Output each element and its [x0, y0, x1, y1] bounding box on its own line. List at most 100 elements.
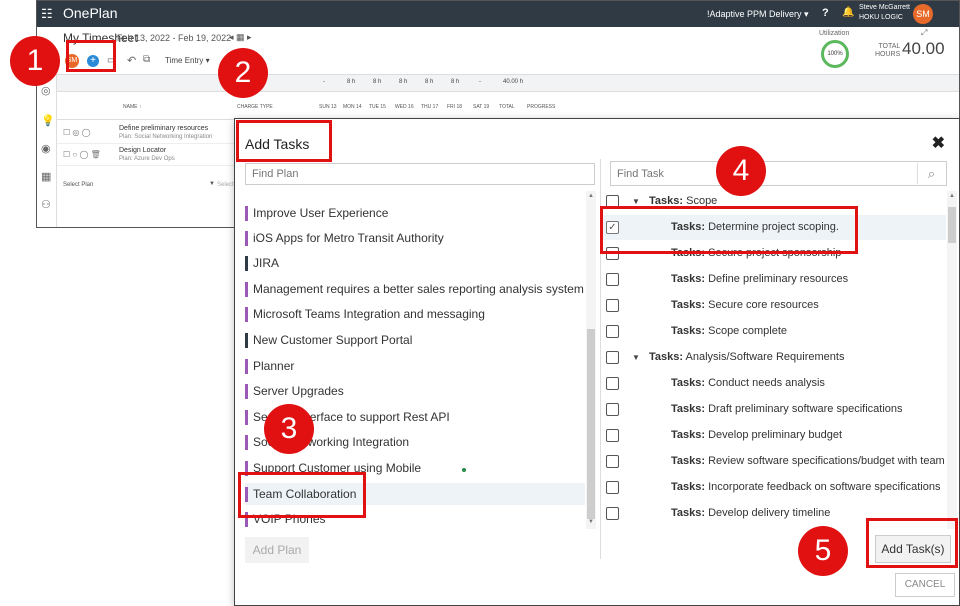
scroll-down-icon[interactable]: ▼	[588, 519, 594, 525]
app-launcher-icon[interactable]: ☷	[41, 7, 57, 21]
hours-sun: -	[323, 79, 325, 85]
plan-item[interactable]: Management requires a better sales repor…	[245, 278, 585, 300]
task-checkbox[interactable]	[606, 403, 619, 416]
task-checkbox[interactable]	[606, 299, 619, 312]
row-task-title: Design Locator	[119, 147, 167, 154]
task-name: Develop preliminary budget	[708, 429, 843, 441]
col-total[interactable]: TOTAL	[499, 104, 515, 110]
plan-item[interactable]: Improve User Experience	[245, 202, 585, 224]
task-item[interactable]: Tasks: Scope complete	[601, 319, 946, 344]
col-wed[interactable]: WED 16	[395, 104, 414, 110]
user-avatar[interactable]: SM	[913, 4, 933, 24]
plan-color-bar	[245, 435, 248, 450]
task-label: Tasks: Develop preliminary budget	[671, 423, 842, 448]
task-checkbox[interactable]	[606, 325, 619, 338]
task-checkbox[interactable]	[606, 273, 619, 286]
task-item[interactable]: Tasks: Define preliminary resources	[601, 267, 946, 292]
people-icon[interactable]: ⚇	[41, 198, 51, 211]
search-icon[interactable]: ⌕	[917, 163, 945, 184]
hours-sat: -	[479, 79, 481, 85]
task-name: Develop delivery timeline	[708, 507, 831, 519]
col-name[interactable]: NAME ↑	[123, 104, 141, 110]
total-label-2: HOURS	[875, 51, 901, 58]
caret-down-icon[interactable]: ▼	[632, 345, 640, 370]
task-prefix: Tasks:	[671, 273, 706, 285]
left-rail: ◎ 💡 ◉ ▦ ⚇	[37, 74, 57, 227]
task-checkbox[interactable]	[606, 455, 619, 468]
plan-item[interactable]: iOS Apps for Metro Transit Authority	[245, 227, 585, 249]
task-item[interactable]: Tasks: Secure core resources	[601, 293, 946, 318]
col-mon[interactable]: MON 14	[343, 104, 362, 110]
col-sat[interactable]: SAT 19	[473, 104, 489, 110]
plan-label: Improve User Experience	[253, 206, 389, 220]
task-list-scroll-thumb[interactable]	[948, 207, 956, 243]
task-checkbox[interactable]	[606, 429, 619, 442]
plan-item[interactable]: New Customer Support Portal	[245, 329, 585, 351]
plan-label: Microsoft Teams Integration and messagin…	[253, 307, 485, 321]
plan-color-bar	[245, 410, 248, 425]
find-task-input[interactable]	[610, 161, 947, 186]
lightbulb-icon[interactable]: 💡	[41, 114, 55, 127]
task-item[interactable]: Tasks: Review software specifications/bu…	[601, 449, 946, 474]
user-org: HOKU LOGIC	[859, 14, 903, 21]
expand-icon[interactable]: ⤢	[921, 28, 927, 38]
plan-item[interactable]: Microsoft Teams Integration and messagin…	[245, 303, 585, 325]
notification-icon[interactable]: 🔔	[842, 7, 854, 18]
hours-wed: 8 h	[399, 79, 408, 85]
undo-icon[interactable]: ↶	[127, 54, 136, 67]
task-checkbox[interactable]	[606, 351, 619, 364]
date-nav[interactable]: ◂ ▦ ▸	[229, 32, 252, 43]
find-plan-input[interactable]	[245, 163, 595, 185]
help-icon[interactable]: ?	[822, 7, 829, 19]
plan-item[interactable]: Server Upgrades	[245, 380, 585, 402]
task-name: Analysis/Software Requirements	[685, 351, 845, 363]
circle-icon[interactable]: ◉	[41, 142, 51, 155]
col-charge-type[interactable]: CHARGE TYPE	[237, 104, 273, 110]
task-group-item[interactable]: ▼ Tasks: Analysis/Software Requirements	[601, 345, 946, 370]
copy-icon[interactable]: ⧉	[143, 54, 150, 65]
col-fri[interactable]: FRI 18	[447, 104, 462, 110]
col-sun[interactable]: SUN 13	[319, 104, 337, 110]
task-prefix: Tasks:	[649, 351, 684, 363]
chevron-down-icon[interactable]: ▼	[209, 181, 215, 187]
task-checkbox[interactable]	[606, 507, 619, 520]
environment-selector[interactable]: !Adaptive PPM Delivery ▾	[707, 9, 809, 20]
plan-list-scroll-thumb[interactable]	[587, 329, 595, 519]
row-task-title: Define preliminary resources	[119, 125, 209, 132]
task-item[interactable]: Tasks: Develop preliminary budget	[601, 423, 946, 448]
task-prefix: Tasks:	[671, 481, 706, 493]
scroll-up-icon[interactable]: ▲	[949, 193, 955, 199]
select-plan-dropdown[interactable]: Select Plan	[63, 182, 93, 188]
utilization-label: Utilization	[819, 30, 850, 37]
task-label: Tasks: Conduct needs analysis	[671, 371, 825, 396]
task-checkbox[interactable]	[606, 481, 619, 494]
row-action-icons[interactable]: ☐ ◎ ◯	[63, 128, 91, 137]
plan-color-bar	[245, 307, 248, 322]
cancel-button[interactable]: CANCEL	[895, 573, 955, 597]
col-progress[interactable]: PROGRESS	[527, 104, 555, 110]
time-entry-dropdown[interactable]: Time Entry ▾	[165, 56, 210, 65]
task-item[interactable]: Tasks: Draft preliminary software specif…	[601, 397, 946, 422]
plan-color-bar	[245, 359, 248, 374]
task-item[interactable]: Tasks: Conduct needs analysis	[601, 371, 946, 396]
plan-item[interactable]: JIRA	[245, 252, 585, 274]
step-badge-5: 5	[798, 526, 848, 576]
col-tue[interactable]: TUE 15	[369, 104, 386, 110]
plan-color-bar	[245, 256, 248, 271]
task-prefix: Tasks:	[671, 429, 706, 441]
close-icon[interactable]: ✖	[932, 133, 945, 153]
plan-item[interactable]: Planner	[245, 355, 585, 377]
task-item[interactable]: Tasks: Incorporate feedback on software …	[601, 475, 946, 500]
scroll-up-icon[interactable]: ▲	[588, 193, 594, 199]
task-checkbox[interactable]	[606, 377, 619, 390]
chart-icon[interactable]: ▦	[41, 170, 51, 183]
task-label: Tasks: Develop delivery timeline	[671, 501, 830, 526]
col-thu[interactable]: THU 17	[421, 104, 438, 110]
plan-label: New Customer Support Portal	[253, 333, 413, 347]
plan-label: Server Upgrades	[253, 384, 344, 398]
row-action-icons[interactable]: ☐ ○ ◯ 🗑	[63, 150, 101, 159]
target-icon[interactable]: ◎	[41, 84, 51, 97]
utilization-ring: 100%	[821, 40, 849, 68]
add-plan-button[interactable]: Add Plan	[245, 537, 309, 563]
highlight-add-task-toolbar	[66, 40, 116, 72]
